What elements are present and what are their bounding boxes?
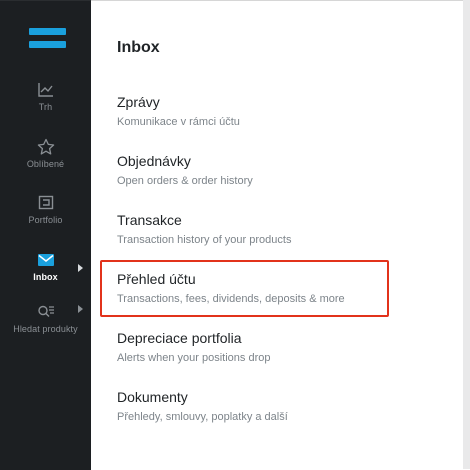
search-list-icon [37, 305, 54, 317]
chart-icon [37, 83, 53, 97]
menu-item-label: Objednávky [117, 153, 191, 169]
sidebar-item-label: Hledat produkty [13, 324, 78, 334]
sidebar-item-label: Inbox [33, 272, 58, 282]
menu-item-depreciace-portfolia[interactable]: Depreciace portfolia Alerts when your po… [117, 330, 417, 365]
menu-item-transakce[interactable]: Transakce Transaction history of your pr… [117, 212, 417, 247]
logo[interactable] [29, 28, 66, 48]
page-title: Inbox [117, 39, 160, 56]
menu-item-description: Komunikace v rámci účtu [117, 116, 240, 128]
app-window: Trh Oblíbené Portfolio Inbox Hledat prod… [0, 0, 470, 470]
star-icon [37, 138, 54, 155]
menu-item-description: Transactions, fees, dividends, deposits … [117, 293, 345, 305]
menu-item-objednavky[interactable]: Objednávky Open orders & order history [117, 153, 417, 188]
sidebar-item-portfolio[interactable]: Portfolio [0, 194, 91, 238]
sidebar-item-label: Trh [38, 102, 53, 112]
chevron-right-icon [78, 264, 83, 272]
mail-icon [37, 254, 54, 266]
menu-item-prehled-uctu[interactable]: Přehled účtu Transactions, fees, dividen… [117, 271, 417, 306]
portfolio-icon [38, 195, 53, 210]
sidebar-item-hledat-produkty[interactable]: Hledat produkty [0, 303, 91, 347]
menu-item-dokumenty[interactable]: Dokumenty Přehledy, smlouvy, poplatky a … [117, 389, 417, 424]
menu-item-label: Depreciace portfolia [117, 330, 242, 346]
inbox-panel: Inbox Zprávy Komunikace v rámci účtu Obj… [91, 0, 470, 470]
menu-item-label: Transakce [117, 212, 182, 228]
chevron-right-icon [78, 305, 83, 313]
sidebar: Trh Oblíbené Portfolio Inbox Hledat prod… [0, 0, 91, 470]
menu-item-description: Alerts when your positions drop [117, 352, 271, 364]
window-edge [463, 0, 470, 469]
sidebar-item-oblibene[interactable]: Oblíbené [0, 138, 91, 182]
sidebar-item-label: Portfolio [28, 215, 63, 225]
sidebar-item-label: Oblíbené [26, 159, 65, 169]
menu-item-description: Transaction history of your products [117, 234, 292, 246]
menu-item-label: Dokumenty [117, 389, 188, 405]
menu-item-description: Přehledy, smlouvy, poplatky a další [117, 411, 288, 423]
menu-item-label: Přehled účtu [117, 271, 196, 287]
menu-item-label: Zprávy [117, 94, 160, 110]
menu-item-zpravy[interactable]: Zprávy Komunikace v rámci účtu [117, 94, 417, 129]
sidebar-item-inbox[interactable]: Inbox [0, 251, 91, 295]
menu-item-description: Open orders & order history [117, 175, 253, 187]
sidebar-item-trh[interactable]: Trh [0, 81, 91, 125]
